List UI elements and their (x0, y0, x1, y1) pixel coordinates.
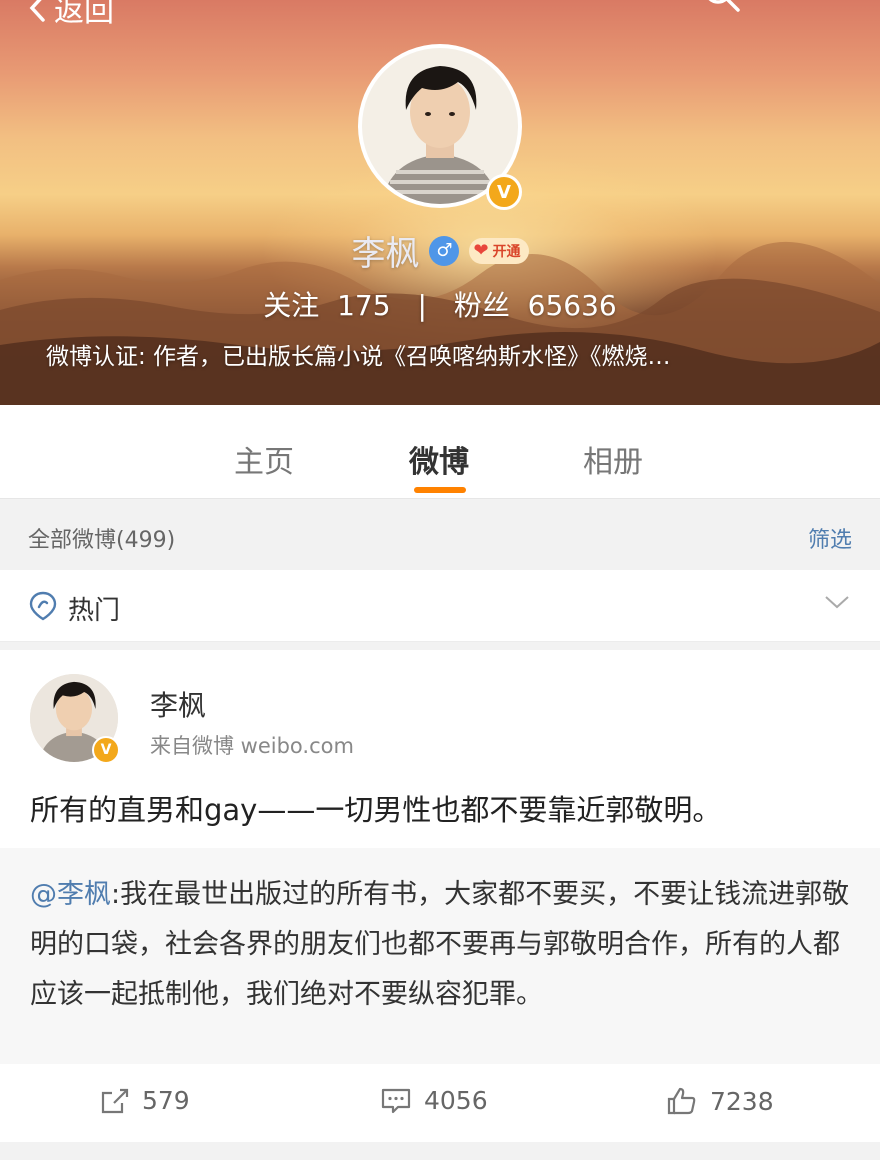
back-button[interactable]: 返回 (28, 0, 114, 30)
comment-button[interactable]: 4056 (380, 1086, 488, 1115)
stats-separator: | (417, 289, 427, 322)
follow-count: 175 (337, 289, 391, 322)
male-icon: ♂ (429, 235, 460, 266)
fans-stat[interactable]: 粉丝 65636 (454, 289, 617, 322)
profile-tabs: 主页 微博 相册 (0, 405, 880, 499)
active-tab-indicator (414, 487, 466, 493)
verification-text: 微博认证: 作者，已出版长篇小说《召唤喀纳斯水怪》《燃烧… (46, 344, 671, 370)
tab-weibo[interactable]: 微博 (409, 437, 469, 481)
post-source: 来自微博 weibo.com (150, 734, 354, 758)
tab-album[interactable]: 相册 (583, 437, 643, 481)
chevron-left-icon (29, 0, 45, 22)
profile-name-row: 李枫 ♂ ❤ 开通 (0, 226, 880, 275)
weibo-count: 全部微博(499) (28, 528, 176, 553)
repost-button[interactable]: 579 (100, 1086, 190, 1115)
repost-count: 579 (142, 1086, 190, 1115)
vip-badge[interactable]: ❤ 开通 (469, 237, 529, 264)
filter-bar: 全部微博(499) 筛选 (0, 500, 880, 570)
post-actions: 579 4056 7238 (0, 1070, 880, 1142)
profile-name: 李枫 (351, 234, 420, 274)
follow-stat[interactable]: 关注 175 (263, 289, 390, 322)
filter-button[interactable]: 筛选 (808, 522, 852, 554)
thumbs-up-icon (667, 1087, 696, 1115)
verified-badge-icon: V (486, 174, 522, 210)
verified-badge-small-icon: V (92, 736, 120, 764)
reposted-content[interactable]: @李枫:我在最世出版过的所有书，大家都不要买，不要让钱流进郭敬明的口袋，社会各界… (0, 848, 880, 1064)
hot-topic-icon (29, 591, 57, 621)
repost-text: :我在最世出版过的所有书，大家都不要买，不要让钱流进郭敬明的口袋，社会各界的朋友… (30, 879, 850, 1010)
vip-label: 开通 (492, 243, 521, 260)
weibo-post: V 李枫 来自微博 weibo.com 所有的直男和gay——一切男性也都不要靠… (0, 650, 880, 1142)
heart-icon: ❤ (473, 240, 489, 261)
profile-cover: 返回 V 李枫 ♂ ❤ 开通 关注 175 | 粉丝 65636 微博认证: 作… (0, 0, 880, 405)
like-button[interactable]: 7238 (666, 1086, 774, 1116)
bottom-divider (0, 1142, 880, 1160)
post-text: 所有的直男和gay——一切男性也都不要靠近郭敬明。 (30, 793, 722, 827)
follow-label: 关注 (263, 289, 320, 322)
tab-home[interactable]: 主页 (234, 437, 294, 481)
fans-count: 65636 (527, 289, 617, 322)
like-count: 7238 (710, 1086, 774, 1116)
comment-icon (381, 1088, 411, 1113)
profile-stats: 关注 175 | 粉丝 65636 (0, 284, 880, 324)
share-icon (101, 1088, 129, 1113)
hot-label: 热门 (68, 596, 121, 626)
search-icon[interactable] (702, 0, 746, 14)
fans-label: 粉丝 (453, 289, 510, 322)
mention-link[interactable]: @李枫 (30, 879, 111, 910)
hot-section-header[interactable]: 热门 (0, 570, 880, 642)
chevron-down-icon[interactable] (824, 594, 850, 610)
post-author[interactable]: 李枫 (150, 684, 206, 724)
back-label: 返回 (54, 0, 114, 29)
comment-count: 4056 (424, 1086, 488, 1115)
